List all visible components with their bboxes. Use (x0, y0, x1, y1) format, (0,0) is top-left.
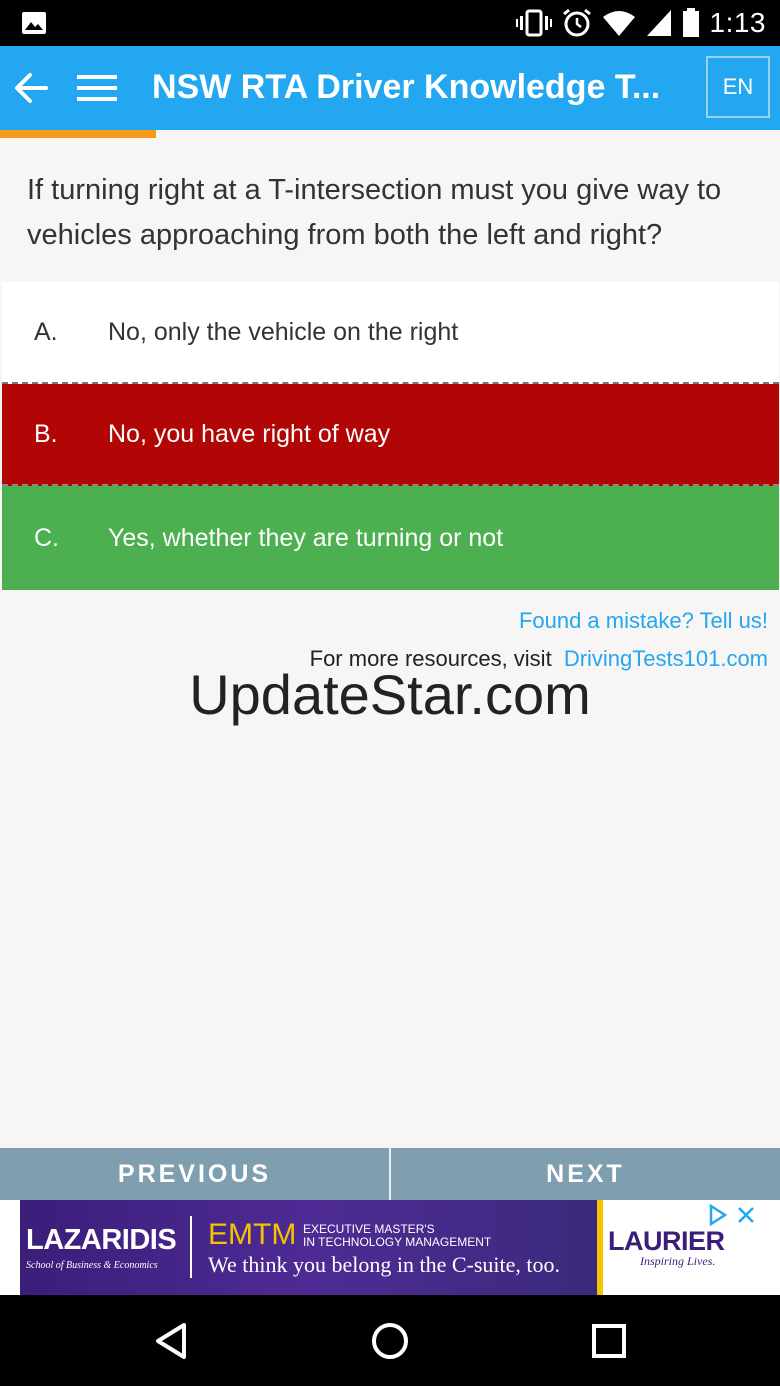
ad-university-sub: Inspiring Lives. (640, 1254, 716, 1268)
alarm-icon (562, 8, 591, 37)
ad-banner[interactable]: LAZARIDIS School of Business & Economics… (0, 1200, 780, 1295)
answer-letter: A. (34, 317, 58, 346)
ad-program-sub2: IN TECHNOLOGY MANAGEMENT (303, 1235, 492, 1249)
gallery-notification-icon (22, 12, 46, 34)
back-arrow-icon[interactable] (12, 68, 50, 108)
hamburger-menu-icon[interactable] (77, 72, 117, 104)
wifi-icon (602, 11, 635, 36)
next-button[interactable]: NEXT (391, 1148, 780, 1200)
ad-brand-sub: School of Business & Economics (26, 1260, 158, 1271)
clock-time: 1:13 (709, 7, 766, 38)
status-bar: 1:13 (0, 0, 780, 46)
ad-university: LAURIER (608, 1226, 725, 1256)
app-bar: NSW RTA Driver Knowledge T... EN (0, 46, 780, 130)
system-recents-icon[interactable] (591, 1323, 627, 1359)
signal-icon (646, 10, 671, 36)
answer-option-c[interactable]: C. Yes, whether they are turning or not (2, 486, 779, 590)
previous-button[interactable]: PREVIOUS (0, 1148, 391, 1200)
report-mistake-link[interactable]: Found a mistake? Tell us! (519, 608, 768, 634)
ad-tagline: We think you belong in the C-suite, too. (208, 1252, 561, 1277)
progress-fill (0, 130, 156, 138)
answer-text: No, only the vehicle on the right (108, 317, 459, 346)
ad-brand: LAZARIDIS (26, 1224, 177, 1256)
battery-icon (682, 8, 699, 37)
vibrate-icon (515, 9, 552, 37)
adchoices-icon[interactable] (705, 1203, 729, 1227)
answer-text: Yes, whether they are turning or not (108, 523, 504, 552)
progress-bar (0, 130, 780, 138)
ad-creative[interactable]: LAZARIDIS School of Business & Economics… (20, 1200, 600, 1295)
ad-program: EMTM (208, 1218, 297, 1251)
ad-program-sub1: EXECUTIVE MASTER'S (303, 1222, 435, 1236)
question-navigation: PREVIOUS NEXT (0, 1148, 780, 1200)
system-back-icon[interactable] (152, 1321, 192, 1361)
system-home-icon[interactable] (370, 1321, 410, 1361)
app-title: NSW RTA Driver Knowledge T... (152, 68, 661, 106)
answer-letter: B. (34, 419, 58, 448)
system-navigation-bar (0, 1295, 780, 1386)
answer-list: A. No, only the vehicle on the right B. … (2, 282, 779, 590)
answer-option-a[interactable]: A. No, only the vehicle on the right (2, 282, 779, 384)
answer-option-b[interactable]: B. No, you have right of way (2, 384, 779, 486)
ad-accent-bar (597, 1200, 603, 1295)
ad-divider (190, 1216, 192, 1278)
answer-text: No, you have right of way (108, 419, 391, 448)
language-button[interactable]: EN (706, 56, 770, 118)
answer-letter: C. (34, 523, 59, 552)
ad-close-icon[interactable] (734, 1203, 758, 1227)
watermark: UpdateStar.com (189, 663, 591, 726)
question-text: If turning right at a T-intersection mus… (27, 174, 722, 251)
